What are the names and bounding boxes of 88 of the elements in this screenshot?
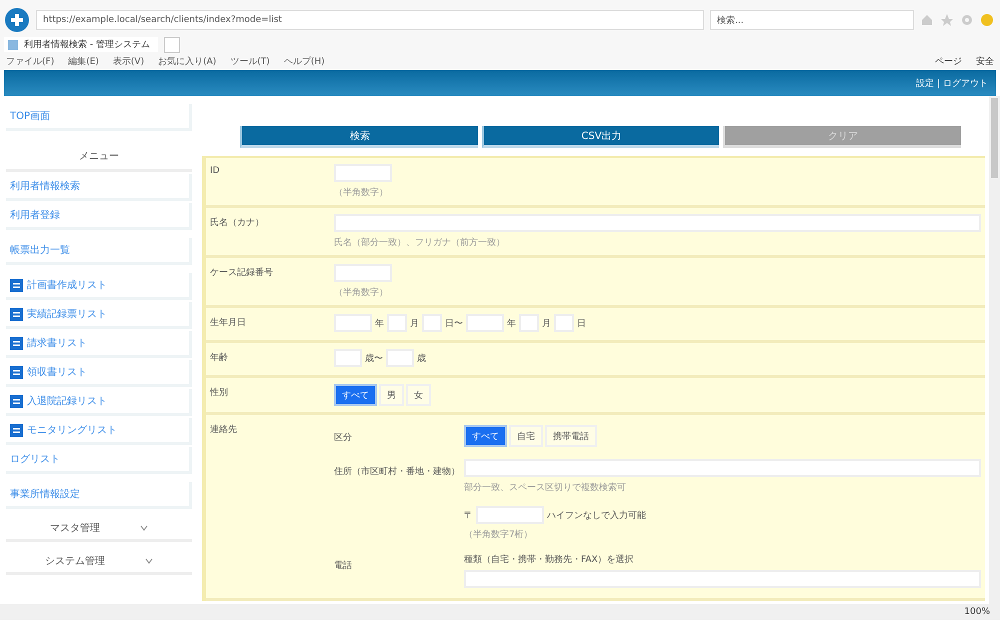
option-button[interactable]: 携帯電話 — [545, 425, 597, 447]
list-icon — [10, 308, 23, 320]
toolbar-button[interactable]: 安全 — [976, 54, 994, 68]
sidebar-item[interactable]: 領収書リスト — [6, 360, 192, 387]
unit-label: 年 — [507, 318, 516, 330]
input-field[interactable] — [334, 349, 362, 367]
field-note: 種類（自宅・携帯・勤務先・FAX）を選択 — [464, 554, 635, 566]
input-field[interactable] — [387, 314, 407, 332]
menu-item[interactable]: ヘルプ(H) — [284, 54, 325, 68]
sidebar-item[interactable]: 事業所情報設定 — [6, 482, 192, 509]
field-label: 住所（市区町村・番地・建物） — [334, 466, 461, 479]
menu-item[interactable]: ファイル(F) — [6, 54, 54, 68]
input-field[interactable] — [466, 314, 504, 332]
option-button[interactable]: 自宅 — [509, 425, 543, 447]
input-field[interactable] — [334, 164, 392, 182]
menu-item[interactable]: ツール(T) — [230, 54, 270, 68]
field-hint: （半角数字） — [334, 186, 389, 199]
sidebar-item[interactable]: 利用者情報検索 — [6, 174, 192, 201]
input-field[interactable] — [464, 459, 981, 477]
input-field[interactable] — [519, 314, 539, 332]
field-label: 氏名（カナ） — [210, 216, 265, 230]
search-field[interactable]: 検索... — [710, 10, 914, 30]
field-hint: 氏名（部分一致）、フリガナ（前方一致） — [334, 236, 506, 249]
field-label: 生年月日 — [210, 316, 247, 330]
scrollbar[interactable] — [989, 96, 1000, 604]
option-button[interactable]: 男 — [379, 384, 404, 406]
unit-label: 日 — [577, 318, 586, 330]
field-label: 電話 — [334, 560, 353, 573]
expand-icon — [145, 557, 153, 565]
option-button[interactable]: 女 — [406, 384, 431, 406]
sidebar-item[interactable]: ログリスト — [6, 447, 192, 474]
field-label: ケース記録番号 — [210, 266, 274, 280]
new-tab-button[interactable] — [164, 36, 180, 53]
list-icon — [10, 394, 23, 408]
unit-label: 日〜 — [445, 318, 463, 330]
option-button[interactable]: すべて — [464, 425, 507, 447]
sidebar-item[interactable]: 実績記録票リスト — [6, 302, 192, 329]
field-label: 年齢 — [210, 352, 229, 365]
zoom-level[interactable]: 100% — [964, 607, 990, 617]
field-label: 区分 — [334, 432, 353, 445]
field-label: 性別 — [210, 386, 229, 400]
list-icon — [10, 336, 23, 350]
menu-item[interactable]: お気に入り(A) — [158, 54, 216, 68]
menu-item[interactable]: 編集(E) — [68, 54, 99, 68]
collapsible-header[interactable]: マスタ管理 — [6, 517, 192, 542]
sidebar-item[interactable]: モニタリングリスト — [6, 418, 192, 445]
input-field[interactable] — [334, 214, 981, 232]
list-icon — [10, 278, 23, 292]
menu-item[interactable]: 表示(V) — [112, 54, 144, 68]
input-field[interactable] — [476, 506, 544, 524]
input-field[interactable] — [464, 570, 981, 588]
input-field[interactable] — [334, 314, 372, 332]
expand-icon — [140, 524, 148, 532]
field-label: ID — [210, 165, 221, 178]
action-button[interactable]: CSV出力 — [482, 126, 720, 148]
browser-logo-icon[interactable] — [4, 7, 30, 34]
input-field[interactable] — [334, 264, 392, 282]
list-icon — [10, 366, 23, 378]
address-bar[interactable]: https://example.local/search/clients/index?mode=list — [36, 10, 704, 30]
option-button[interactable]: すべて — [334, 384, 377, 406]
unit-label: 月 — [410, 318, 419, 330]
field-label: 連絡先 — [210, 424, 238, 437]
list-icon — [10, 424, 23, 436]
star-icon[interactable] — [940, 13, 954, 28]
input-field[interactable] — [554, 314, 574, 332]
field-note: ハイフンなしで入力可能 — [547, 510, 646, 522]
toolbar-button[interactable]: ページ — [935, 54, 962, 68]
postal-mark: 〒 — [464, 510, 473, 522]
sidebar-item[interactable]: 入退院記録リスト — [6, 389, 192, 416]
unit-label: 歳〜 — [365, 352, 383, 364]
action-button[interactable]: 検索 — [240, 126, 478, 148]
field-hint: （半角数字） — [334, 286, 389, 299]
unit-label: 月 — [542, 318, 551, 330]
sidebar-item[interactable]: 帳票出力一覧 — [6, 238, 192, 265]
home-icon[interactable] — [920, 13, 934, 28]
sidebar-item[interactable]: 請求書リスト — [6, 331, 192, 358]
page-icon — [6, 38, 20, 52]
sidebar-item[interactable]: 利用者登録 — [6, 203, 192, 230]
input-field[interactable] — [422, 314, 442, 332]
field-hint: （半角数字7桁） — [464, 528, 534, 541]
input-field[interactable] — [386, 349, 414, 367]
unit-label: 年 — [375, 318, 384, 330]
unit-label: 歳 — [417, 352, 426, 364]
settings-icon[interactable] — [960, 13, 974, 28]
collapsible-header[interactable]: システム管理 — [6, 550, 192, 575]
field-hint: 部分一致、スペース区切りで複数検索可 — [464, 482, 627, 494]
header-links[interactable]: 設定 | ログアウト — [916, 76, 988, 90]
browser-tab[interactable]: 利用者情報検索 - 管理システム — [4, 37, 158, 52]
